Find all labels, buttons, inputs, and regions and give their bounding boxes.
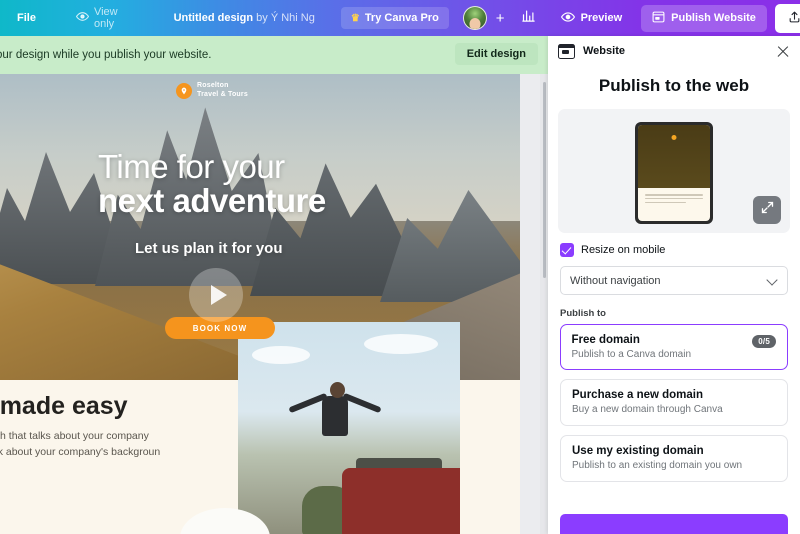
publish-website-label: Publish Website	[671, 12, 756, 24]
domain-option-existing[interactable]: Use my existing domain Publish to an exi…	[560, 435, 788, 482]
checkbox-icon	[560, 243, 574, 257]
about-paragraph: paragraph that talks about your company …	[0, 428, 160, 461]
chevron-down-icon	[766, 274, 778, 286]
hero-heading-line2: next adventure	[98, 181, 326, 219]
website-preview	[558, 109, 790, 233]
domain-usage-badge: 0/5	[752, 335, 776, 348]
domain-option-subtitle: Buy a new domain through Canva	[572, 404, 723, 415]
publish-panel-title: Publish to the web	[598, 76, 750, 95]
design-author-name: Ý Nhi Ng	[270, 12, 315, 24]
eye-icon	[560, 10, 575, 27]
cloud-shape	[252, 346, 310, 364]
share-button[interactable]: Share	[774, 3, 800, 33]
top-toolbar: File View only Untitled design by Ý Nhi …	[0, 0, 800, 36]
design-title[interactable]: Untitled design by Ý Nhi Ng	[174, 12, 315, 24]
play-button-icon[interactable]	[189, 268, 243, 322]
brand-name-line1: Roselton	[197, 82, 229, 89]
domain-option-title: Purchase a new domain	[572, 389, 704, 401]
domain-option-free[interactable]: Free domain Publish to a Canva domain 0/…	[560, 324, 788, 370]
file-menu-button[interactable]: File	[11, 9, 42, 27]
view-only-label: View only	[93, 6, 118, 30]
cloud-shape	[364, 334, 438, 354]
bar-chart-icon	[521, 8, 536, 28]
close-icon[interactable]	[775, 43, 791, 59]
preview-button[interactable]: Preview	[552, 5, 632, 32]
expand-arrows-icon	[760, 200, 775, 220]
publish-website-button[interactable]: Publish Website	[641, 4, 767, 32]
domain-option-subtitle: Publish to a Canva domain	[571, 348, 692, 360]
car-shape	[342, 468, 460, 534]
about-section: vel made easy paragraph that talks about…	[0, 322, 520, 534]
canvas-scrollbar[interactable]	[540, 74, 548, 534]
crown-icon: ♛	[350, 12, 360, 24]
canvas-scrollbar-thumb[interactable]	[542, 82, 546, 278]
publish-banner-message: our design while you publish your websit…	[0, 49, 212, 61]
tablet-text-lines	[638, 188, 710, 203]
hero-heading: Time for your next adventure	[98, 150, 326, 218]
tablet-mockup	[635, 122, 713, 224]
person-body	[322, 396, 348, 436]
preview-label: Preview	[580, 12, 623, 24]
share-upload-icon	[788, 10, 800, 27]
domain-option-purchase[interactable]: Purchase a new domain Buy a new domain t…	[560, 379, 788, 426]
brand-logo: Roselton Travel & Tours	[176, 82, 248, 100]
website-icon	[652, 11, 665, 26]
navigation-select-value: Without navigation	[570, 274, 661, 287]
person-arm	[342, 392, 382, 414]
insights-button[interactable]	[521, 7, 536, 29]
publish-to-label: Publish to	[560, 308, 606, 319]
design-page: Roselton Travel & Tours Time for your ne…	[0, 74, 520, 534]
website-icon	[558, 43, 575, 59]
domain-option-subtitle: Publish to an existing domain you own	[572, 460, 743, 471]
resize-on-mobile-checkbox[interactable]: Resize on mobile	[560, 243, 788, 257]
edit-design-button[interactable]: Edit design	[454, 43, 538, 65]
publish-panel-header: Website	[548, 36, 800, 66]
avatar[interactable]	[462, 6, 487, 30]
domain-option-title: Use my existing domain	[572, 445, 704, 457]
add-collaborator-button[interactable]: +	[496, 11, 505, 26]
location-pin-icon	[176, 82, 192, 99]
hero-heading-line1: Time for your	[98, 148, 285, 185]
try-canva-pro-label: Try Canva Pro	[364, 12, 439, 24]
panel-continue-button[interactable]	[560, 514, 788, 534]
tablet-screen	[638, 125, 710, 221]
about-photo	[238, 322, 460, 534]
eye-icon	[75, 10, 90, 26]
publish-panel: Website Publish to the web Resize on mob…	[548, 36, 800, 534]
brand-logo-text: Roselton Travel & Tours	[197, 82, 248, 100]
design-canvas[interactable]: Roselton Travel & Tours Time for your ne…	[0, 74, 548, 534]
tablet-hero	[638, 125, 710, 189]
view-only-indicator[interactable]: View only	[75, 6, 118, 30]
person-head	[330, 382, 345, 398]
publish-panel-header-title: Website	[583, 45, 625, 57]
domain-option-title: Free domain	[571, 333, 640, 346]
design-author-prefix: by	[256, 12, 268, 24]
try-canva-pro-button[interactable]: ♛ Try Canva Pro	[340, 7, 449, 29]
canva-editor-window: File View only Untitled design by Ý Nhi …	[0, 0, 800, 534]
publish-banner: our design while you publish your websit…	[0, 36, 548, 74]
about-paragraph-line1: paragraph that talks about your company	[0, 430, 149, 442]
about-paragraph-line2: u can talk about your company's backgrou…	[0, 446, 161, 459]
resize-on-mobile-label: Resize on mobile	[581, 244, 666, 256]
location-pin-icon	[671, 134, 677, 140]
navigation-select[interactable]: Without navigation	[560, 266, 788, 295]
brand-name-line2: Travel & Tours	[197, 90, 248, 98]
hero-subheading: Let us plan it for you	[135, 240, 283, 257]
design-title-text: Untitled design	[173, 12, 254, 24]
about-heading: vel made easy	[0, 392, 128, 420]
expand-preview-button[interactable]	[753, 196, 781, 224]
